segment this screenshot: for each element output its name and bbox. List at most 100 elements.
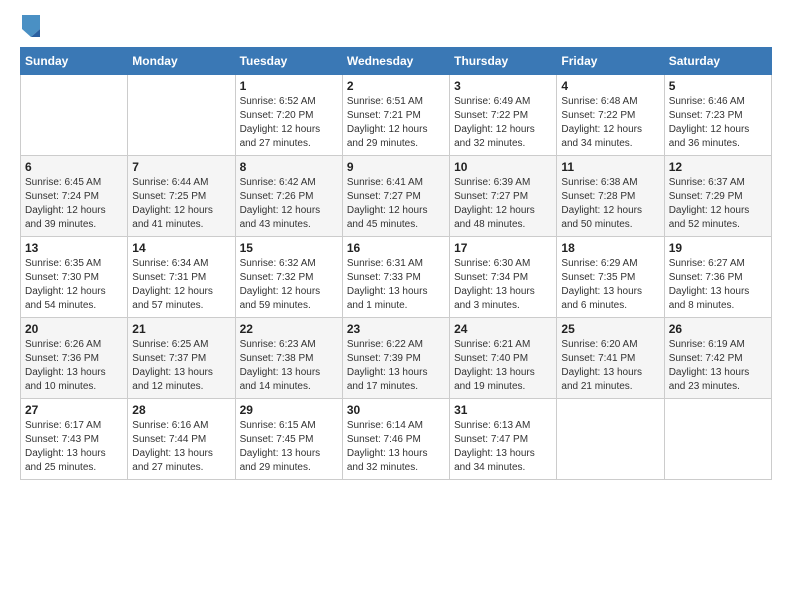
calendar-cell: 24Sunrise: 6:21 AM Sunset: 7:40 PM Dayli… [450,318,557,399]
day-info: Sunrise: 6:29 AM Sunset: 7:35 PM Dayligh… [561,257,659,313]
calendar-cell [664,399,771,480]
day-info: Sunrise: 6:25 AM Sunset: 7:37 PM Dayligh… [132,338,230,394]
day-info: Sunrise: 6:26 AM Sunset: 7:36 PM Dayligh… [25,338,123,394]
day-number: 29 [240,403,338,417]
day-info: Sunrise: 6:27 AM Sunset: 7:36 PM Dayligh… [669,257,767,313]
day-number: 12 [669,160,767,174]
calendar-cell: 19 Sunrise: 6:27 AM Sunset: 7:36 PM Dayli… [664,237,771,318]
day-number: 11 [561,160,659,174]
calendar-cell: 15Sunrise: 6:32 AM Sunset: 7:32 PM Dayli… [235,237,342,318]
day-info: Sunrise: 6:52 AM Sunset: 7:20 PM Dayligh… [240,95,338,151]
header-day-thursday: Thursday [450,48,557,75]
day-info: Sunrise: 6:41 AM Sunset: 7:27 PM Dayligh… [347,176,445,232]
calendar-cell [557,399,664,480]
day-number: 22 [240,322,338,336]
calendar-cell: 29 Sunrise: 6:15 AM Sunset: 7:45 PM Dayli… [235,399,342,480]
day-number: 2 [347,79,445,93]
calendar-cell: 1 Sunrise: 6:52 AM Sunset: 7:20 PM Daylig… [235,75,342,156]
week-row-4: 20 Sunrise: 6:26 AM Sunset: 7:36 PM Dayli… [21,318,772,399]
calendar-body: 1 Sunrise: 6:52 AM Sunset: 7:20 PM Daylig… [21,75,772,480]
calendar-cell: 4Sunrise: 6:48 AM Sunset: 7:22 PM Daylig… [557,75,664,156]
calendar-cell: 31 Sunrise: 6:13 AM Sunset: 7:47 PM Dayli… [450,399,557,480]
week-row-5: 27 Sunrise: 6:17 AM Sunset: 7:43 PM Dayli… [21,399,772,480]
day-number: 31 [454,403,552,417]
day-number: 19 [669,241,767,255]
header-day-monday: Monday [128,48,235,75]
calendar-cell: 2 Sunrise: 6:51 AM Sunset: 7:21 PM Daylig… [342,75,449,156]
calendar-cell: 20 Sunrise: 6:26 AM Sunset: 7:36 PM Dayli… [21,318,128,399]
day-info: Sunrise: 6:38 AM Sunset: 7:28 PM Dayligh… [561,176,659,232]
calendar-cell: 27 Sunrise: 6:17 AM Sunset: 7:43 PM Dayli… [21,399,128,480]
page: SundayMondayTuesdayWednesdayThursdayFrid… [0,0,792,612]
header-day-tuesday: Tuesday [235,48,342,75]
calendar-cell: 28Sunrise: 6:16 AM Sunset: 7:44 PM Dayli… [128,399,235,480]
day-info: Sunrise: 6:51 AM Sunset: 7:21 PM Dayligh… [347,95,445,151]
calendar-cell: 10Sunrise: 6:39 AM Sunset: 7:27 PM Dayli… [450,156,557,237]
day-number: 18 [561,241,659,255]
calendar-cell: 5Sunrise: 6:46 AM Sunset: 7:23 PM Daylig… [664,75,771,156]
week-row-1: 1 Sunrise: 6:52 AM Sunset: 7:20 PM Daylig… [21,75,772,156]
day-info: Sunrise: 6:20 AM Sunset: 7:41 PM Dayligh… [561,338,659,394]
calendar-cell: 11 Sunrise: 6:38 AM Sunset: 7:28 PM Dayli… [557,156,664,237]
header-day-friday: Friday [557,48,664,75]
calendar-cell: 6 Sunrise: 6:45 AM Sunset: 7:24 PM Daylig… [21,156,128,237]
calendar-cell: 18 Sunrise: 6:29 AM Sunset: 7:35 PM Dayli… [557,237,664,318]
day-number: 27 [25,403,123,417]
day-info: Sunrise: 6:45 AM Sunset: 7:24 PM Dayligh… [25,176,123,232]
day-info: Sunrise: 6:15 AM Sunset: 7:45 PM Dayligh… [240,419,338,475]
day-info: Sunrise: 6:22 AM Sunset: 7:39 PM Dayligh… [347,338,445,394]
calendar-cell: 22 Sunrise: 6:23 AM Sunset: 7:38 PM Dayli… [235,318,342,399]
day-number: 23 [347,322,445,336]
day-number: 9 [347,160,445,174]
day-info: Sunrise: 6:42 AM Sunset: 7:26 PM Dayligh… [240,176,338,232]
day-info: Sunrise: 6:49 AM Sunset: 7:22 PM Dayligh… [454,95,552,151]
day-number: 15 [240,241,338,255]
day-info: Sunrise: 6:13 AM Sunset: 7:47 PM Dayligh… [454,419,552,475]
day-number: 1 [240,79,338,93]
day-info: Sunrise: 6:44 AM Sunset: 7:25 PM Dayligh… [132,176,230,232]
day-info: Sunrise: 6:14 AM Sunset: 7:46 PM Dayligh… [347,419,445,475]
day-info: Sunrise: 6:19 AM Sunset: 7:42 PM Dayligh… [669,338,767,394]
day-info: Sunrise: 6:48 AM Sunset: 7:22 PM Dayligh… [561,95,659,151]
day-number: 30 [347,403,445,417]
week-row-2: 6 Sunrise: 6:45 AM Sunset: 7:24 PM Daylig… [21,156,772,237]
header [20,15,772,37]
calendar-cell: 8 Sunrise: 6:42 AM Sunset: 7:26 PM Daylig… [235,156,342,237]
day-info: Sunrise: 6:17 AM Sunset: 7:43 PM Dayligh… [25,419,123,475]
calendar-cell: 25Sunrise: 6:20 AM Sunset: 7:41 PM Dayli… [557,318,664,399]
week-row-3: 13Sunrise: 6:35 AM Sunset: 7:30 PM Dayli… [21,237,772,318]
day-number: 24 [454,322,552,336]
logo [20,15,44,37]
header-day-sunday: Sunday [21,48,128,75]
day-number: 16 [347,241,445,255]
day-info: Sunrise: 6:31 AM Sunset: 7:33 PM Dayligh… [347,257,445,313]
day-number: 5 [669,79,767,93]
day-number: 21 [132,322,230,336]
day-number: 26 [669,322,767,336]
calendar-cell [128,75,235,156]
calendar-cell: 30 Sunrise: 6:14 AM Sunset: 7:46 PM Dayli… [342,399,449,480]
day-info: Sunrise: 6:23 AM Sunset: 7:38 PM Dayligh… [240,338,338,394]
calendar-cell: 12Sunrise: 6:37 AM Sunset: 7:29 PM Dayli… [664,156,771,237]
day-number: 7 [132,160,230,174]
calendar-cell: 17Sunrise: 6:30 AM Sunset: 7:34 PM Dayli… [450,237,557,318]
header-row: SundayMondayTuesdayWednesdayThursdayFrid… [21,48,772,75]
day-number: 14 [132,241,230,255]
calendar-cell: 21 Sunrise: 6:25 AM Sunset: 7:37 PM Dayli… [128,318,235,399]
logo-icon [22,15,40,37]
day-info: Sunrise: 6:16 AM Sunset: 7:44 PM Dayligh… [132,419,230,475]
day-number: 3 [454,79,552,93]
calendar-cell: 23 Sunrise: 6:22 AM Sunset: 7:39 PM Dayli… [342,318,449,399]
calendar-cell [21,75,128,156]
calendar-cell: 26 Sunrise: 6:19 AM Sunset: 7:42 PM Dayli… [664,318,771,399]
day-info: Sunrise: 6:34 AM Sunset: 7:31 PM Dayligh… [132,257,230,313]
calendar-cell: 13Sunrise: 6:35 AM Sunset: 7:30 PM Dayli… [21,237,128,318]
calendar-cell: 14 Sunrise: 6:34 AM Sunset: 7:31 PM Dayli… [128,237,235,318]
day-number: 8 [240,160,338,174]
header-day-saturday: Saturday [664,48,771,75]
calendar-cell: 3 Sunrise: 6:49 AM Sunset: 7:22 PM Daylig… [450,75,557,156]
day-number: 6 [25,160,123,174]
calendar-table: SundayMondayTuesdayWednesdayThursdayFrid… [20,47,772,480]
calendar-header: SundayMondayTuesdayWednesdayThursdayFrid… [21,48,772,75]
day-number: 20 [25,322,123,336]
